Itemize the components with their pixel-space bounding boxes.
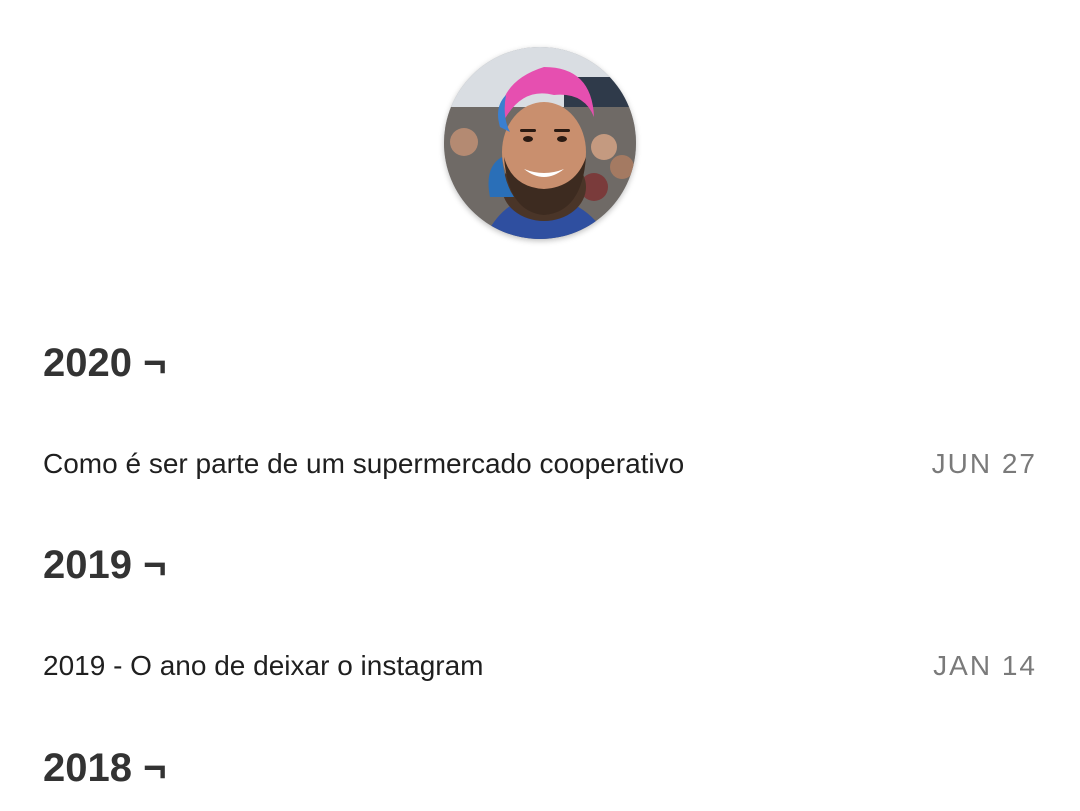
- post-title-link[interactable]: 2019 - O ano de deixar o instagram: [43, 650, 483, 682]
- year-heading-2019: 2019 ¬: [43, 543, 167, 587]
- post-row[interactable]: 2019 - O ano de deixar o instagram JAN 1…: [43, 646, 1037, 686]
- post-row[interactable]: Como é ser parte de um supermercado coop…: [43, 444, 1037, 484]
- post-date: JUN 27: [931, 448, 1037, 479]
- year-heading-2018: 2018 ¬: [43, 746, 167, 790]
- avatar-photo: [444, 47, 636, 239]
- post-date: JAN 14: [933, 650, 1037, 681]
- avatar[interactable]: [444, 47, 636, 239]
- post-title-link[interactable]: Como é ser parte de um supermercado coop…: [43, 448, 684, 480]
- year-heading-2020: 2020 ¬: [43, 341, 167, 385]
